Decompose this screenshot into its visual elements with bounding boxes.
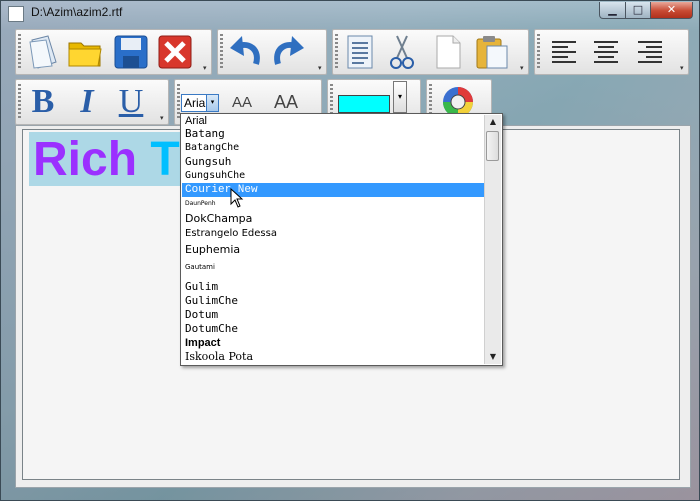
toolbar-grip[interactable] (537, 34, 540, 70)
redo-button[interactable] (270, 33, 308, 71)
font-option[interactable]: Euphemia (182, 243, 489, 257)
save-icon (114, 35, 148, 69)
format-toolbar: B I U ▾ (15, 79, 169, 125)
font-option[interactable]: Courier New (182, 183, 489, 197)
align-center-button[interactable] (587, 33, 625, 71)
scroll-thumb[interactable] (486, 131, 499, 161)
file-toolbar: ▾ (15, 29, 212, 75)
toolbar-grip[interactable] (220, 34, 223, 70)
document-text-part1: Rich (33, 133, 151, 186)
document-icon (8, 6, 24, 22)
open-button[interactable] (66, 33, 104, 71)
align-left-icon (552, 41, 576, 63)
font-option[interactable]: Impact (182, 336, 489, 350)
document-text-part2: T (150, 133, 180, 186)
font-option[interactable]: Gulim (182, 280, 489, 294)
dropdown-scrollbar[interactable]: ▲ ▼ (484, 115, 501, 364)
mouse-pointer-icon (230, 188, 244, 208)
new-document-icon (29, 35, 57, 69)
select-all-button[interactable] (341, 33, 379, 71)
open-folder-icon (68, 42, 102, 67)
toolbar-overflow-icon[interactable]: ▾ (520, 64, 527, 72)
align-center-icon (594, 41, 618, 63)
font-option[interactable]: Batang (182, 127, 489, 141)
chevron-down-icon[interactable]: ▾ (206, 95, 218, 111)
align-left-button[interactable] (545, 33, 583, 71)
toolbar-overflow-icon[interactable]: ▾ (318, 64, 325, 72)
italic-button[interactable]: I (68, 83, 106, 121)
font-option[interactable]: GungsuhChe (182, 169, 489, 183)
font-option[interactable]: Gungsuh (182, 155, 489, 169)
window-title: D:\Azim\azim2.rtf (31, 5, 123, 19)
title-bar: D:\Azim\azim2.rtf ▁ □ ✕ (1, 1, 699, 25)
save-button[interactable] (112, 33, 150, 71)
toolbar-grip[interactable] (18, 84, 21, 120)
undo-icon (230, 36, 260, 65)
font-option[interactable]: DokChampa (182, 212, 489, 226)
font-option[interactable]: Arial (182, 114, 489, 128)
history-toolbar: ▾ (217, 29, 327, 75)
close-document-button[interactable] (156, 33, 194, 71)
align-toolbar: ▾ (534, 29, 689, 75)
font-option[interactable]: BatangChe (182, 141, 489, 155)
font-option[interactable]: Gautami (182, 260, 489, 274)
copy-button[interactable] (429, 33, 467, 71)
scroll-down-button[interactable]: ▼ (485, 350, 501, 364)
close-window-button[interactable]: ✕ (650, 2, 693, 19)
undo-button[interactable] (226, 33, 264, 71)
new-document-button[interactable] (24, 33, 62, 71)
toolbar-overflow-icon[interactable]: ▾ (203, 64, 210, 72)
bold-button[interactable]: B (24, 83, 62, 121)
text-color-dropdown-button[interactable]: ▾ (393, 81, 407, 113)
font-option[interactable]: DaunPenh (182, 197, 489, 211)
app-window: D:\Azim\azim2.rtf ▁ □ ✕ ▾ ▾ ▾ ▾ B I U ▾ … (0, 0, 700, 501)
toolbar-grip[interactable] (335, 34, 338, 70)
copy-icon (436, 35, 461, 69)
select-all-icon (347, 35, 373, 69)
text-color-swatch[interactable] (338, 95, 390, 113)
maximize-button[interactable]: □ (625, 2, 651, 19)
toolbar-overflow-icon[interactable]: ▾ (160, 114, 167, 122)
font-option[interactable]: Estrangelo Edessa (182, 227, 489, 241)
underline-button[interactable]: U (112, 83, 150, 121)
font-family-select[interactable]: Arial ▾ (181, 94, 219, 112)
paste-button[interactable] (473, 33, 511, 71)
align-right-button[interactable] (631, 33, 669, 71)
close-icon (158, 35, 192, 69)
align-right-icon (638, 41, 662, 63)
toolbar-grip[interactable] (18, 34, 21, 70)
cut-icon (390, 35, 414, 69)
font-option[interactable]: Iskoola Pota (182, 350, 489, 364)
font-option[interactable]: DotumChe (182, 322, 489, 336)
minimize-button[interactable]: ▁ (599, 2, 626, 19)
edit-toolbar: ▾ (332, 29, 529, 75)
font-option[interactable]: Dotum (182, 308, 489, 322)
scroll-up-button[interactable]: ▲ (485, 115, 501, 129)
font-family-dropdown[interactable]: Arial Batang BatangChe Gungsuh GungsuhChe Cou… (180, 113, 503, 366)
font-family-value: Arial (184, 96, 209, 110)
redo-icon (274, 36, 304, 65)
font-option[interactable]: GulimChe (182, 294, 489, 308)
toolbar-overflow-icon[interactable]: ▾ (680, 64, 687, 72)
cut-button[interactable] (383, 33, 421, 71)
paste-icon (476, 36, 508, 69)
